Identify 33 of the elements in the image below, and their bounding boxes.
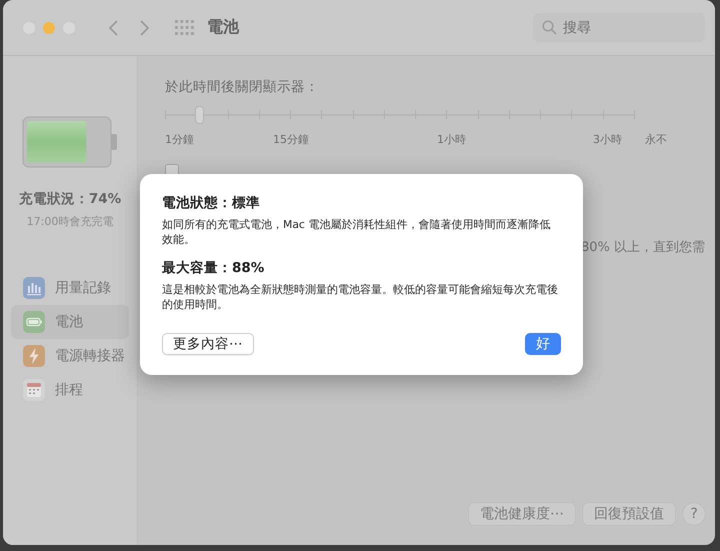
tick-label: 1分鐘 (165, 132, 194, 147)
calendar-icon (23, 379, 45, 401)
sidebar-item[interactable]: 電源轉接器 (19, 339, 129, 373)
tick-label: 1小時 (437, 132, 466, 147)
dialog-text: 這是相較於電池為全新狀態時測量的電池容量。較低的容量可能會縮短每次充電後的使用時間。 (162, 282, 559, 312)
sidebar-item[interactable]: 排程 (19, 373, 129, 407)
bar-chart-icon (23, 277, 45, 299)
ok-button[interactable]: 好 (525, 333, 561, 355)
search-field[interactable]: 搜尋 (533, 13, 705, 42)
settings-button[interactable]: 電池健康度⋯ (469, 503, 576, 525)
forward-icon[interactable] (140, 20, 149, 36)
dialog-text: 如同所有的充電式電池，Mac 電池屬於消耗性組件，會隨著使用時間而逐漸降低效能。 (162, 217, 552, 247)
tick-label: 3小時 (593, 132, 622, 147)
settings-button[interactable]: 回復預設值 (583, 503, 676, 525)
grid-icon[interactable] (175, 20, 195, 36)
help-button[interactable]: ? (683, 503, 706, 525)
charge-time: 17:00時會充完電 (26, 214, 114, 229)
sidebar-item[interactable]: 用量記錄 (19, 271, 129, 305)
charge-status: 充電狀況：74% (18, 190, 122, 208)
lightning-icon (23, 345, 45, 367)
tick-label: 永不 (645, 132, 667, 147)
dialog-heading: 電池狀態：標準 (162, 194, 261, 212)
display-off-slider[interactable] (165, 106, 635, 124)
minimize-button[interactable] (43, 22, 55, 34)
dialog-heading: 最大容量：88% (162, 259, 266, 277)
more-info-button[interactable]: 更多內容⋯ (162, 333, 254, 355)
battery-icon (23, 311, 45, 333)
window-title: 電池 (207, 17, 239, 38)
slider-label: 於此時間後關閉顯示器： (165, 78, 320, 96)
tick-label: 15分鐘 (273, 132, 309, 147)
search-icon (542, 20, 557, 35)
back-icon[interactable] (109, 20, 118, 36)
sidebar-item[interactable]: 電池 (11, 305, 129, 339)
